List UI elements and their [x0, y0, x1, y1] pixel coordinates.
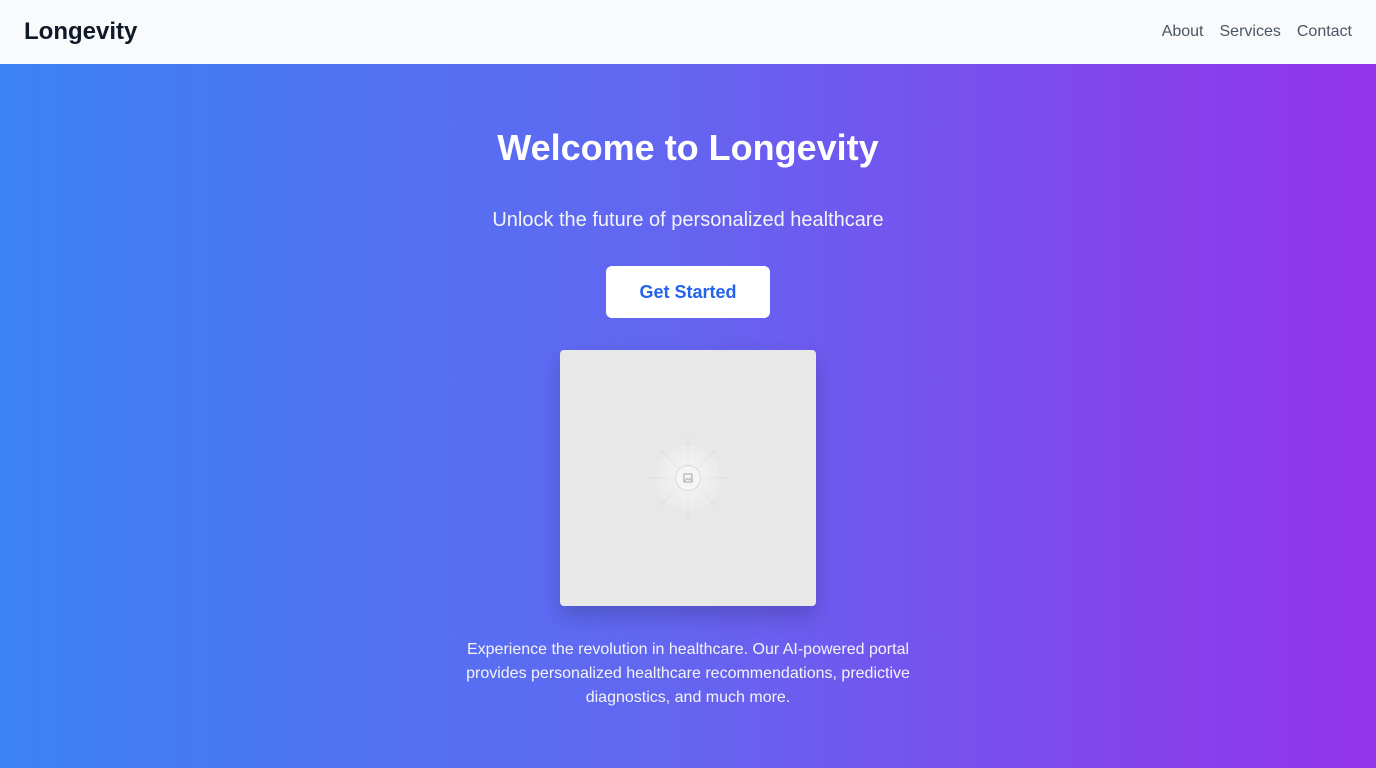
hero-section: Welcome to Longevity Unlock the future o…: [0, 64, 1376, 768]
nav-link-about[interactable]: About: [1162, 23, 1204, 41]
top-navbar: Longevity About Services Contact: [0, 0, 1376, 64]
nav-links: About Services Contact: [1162, 23, 1352, 41]
hero-image-placeholder: [560, 350, 816, 606]
hero-description: Experience the revolution in healthcare.…: [466, 641, 910, 706]
hero-subtitle: Unlock the future of personalized health…: [492, 209, 884, 231]
nav-link-contact[interactable]: Contact: [1297, 23, 1352, 41]
image-placeholder-icon: [675, 465, 701, 491]
nav-link-services[interactable]: Services: [1220, 23, 1281, 41]
get-started-button[interactable]: Get Started: [606, 266, 770, 318]
hero-title: Welcome to Longevity: [497, 127, 879, 168]
brand-logo[interactable]: Longevity: [24, 18, 137, 46]
